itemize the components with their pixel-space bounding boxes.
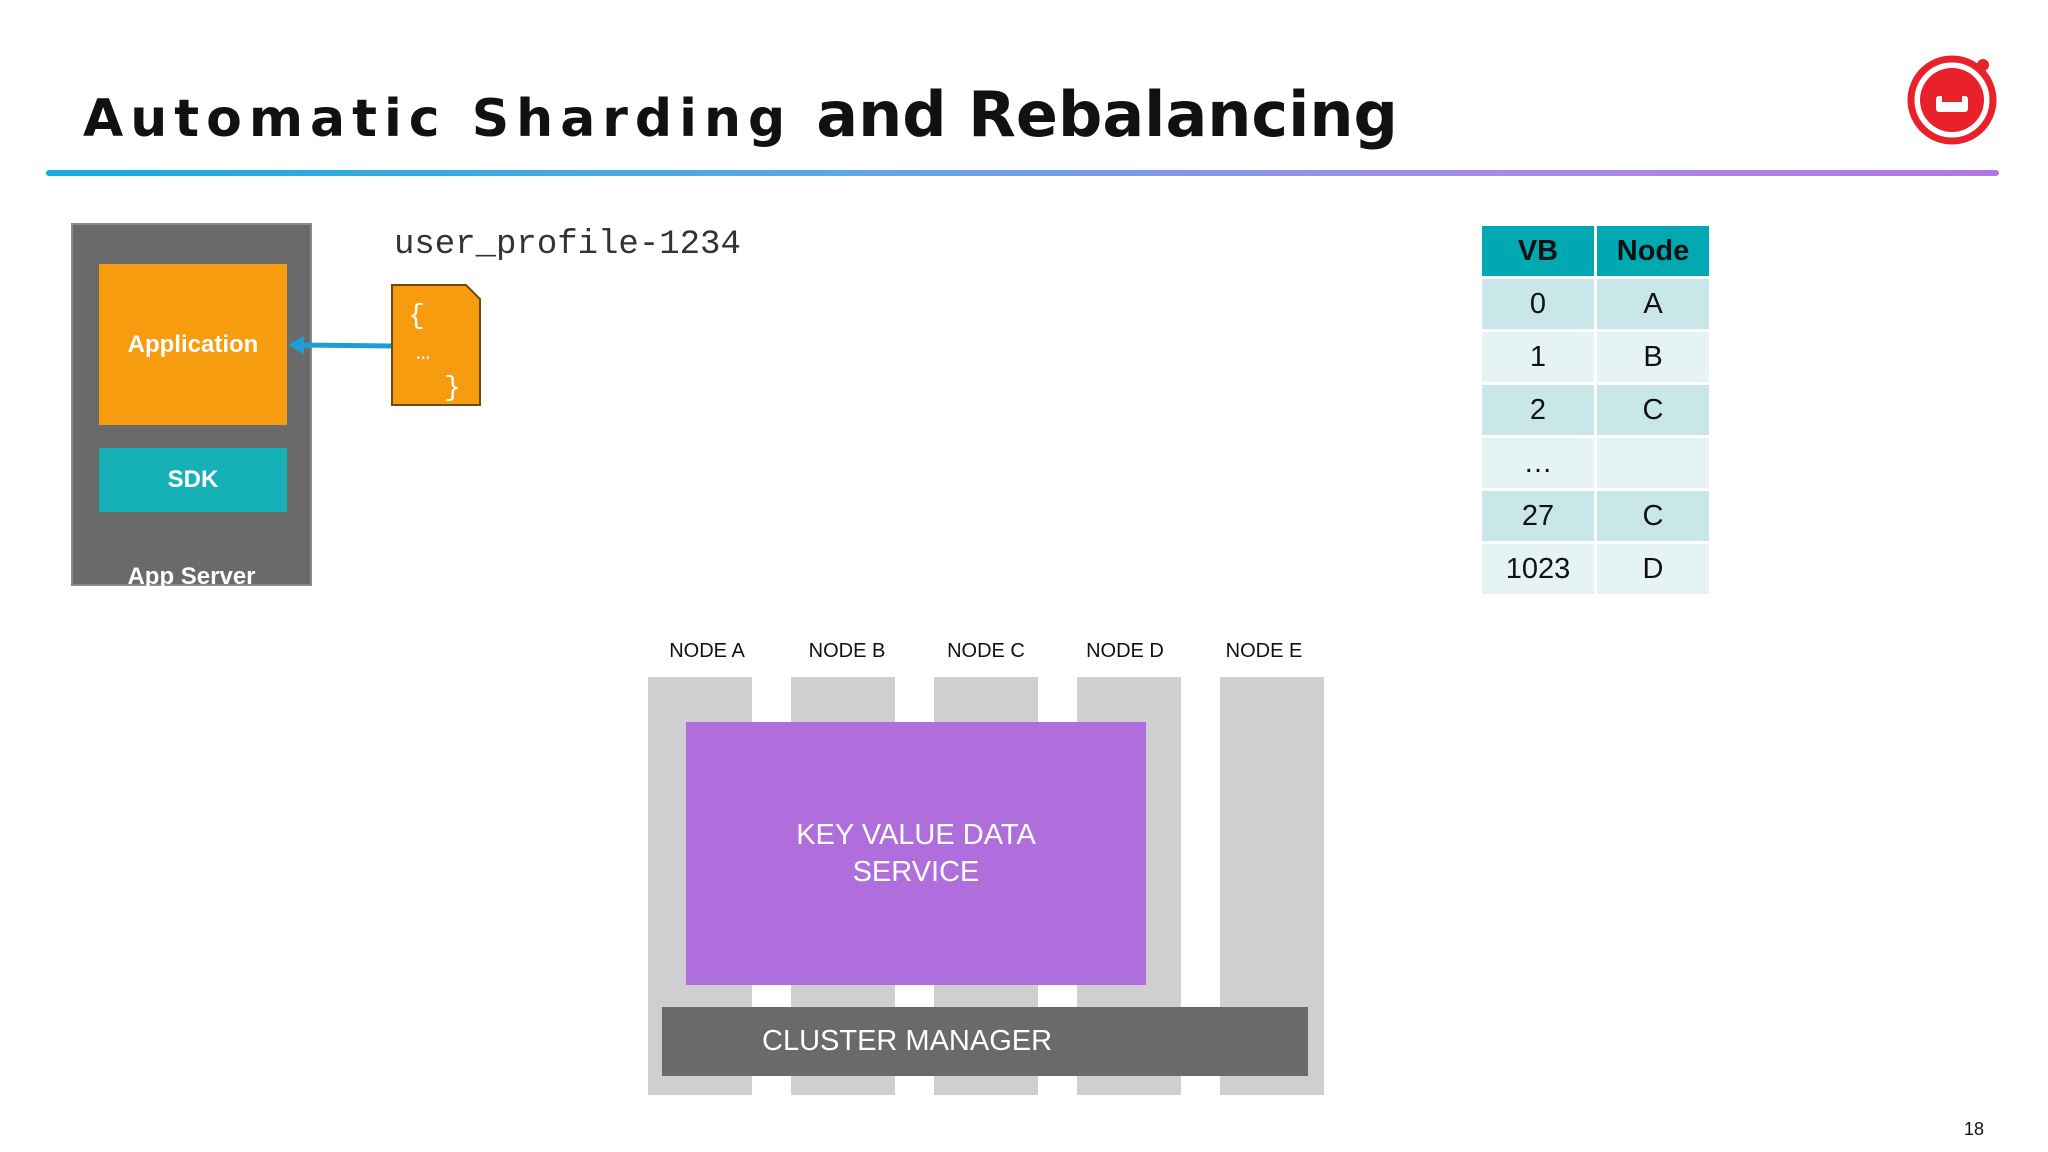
table-row: 27 C <box>1482 491 1709 541</box>
title-underline <box>46 170 1999 176</box>
kv-service-label: KEY VALUE DATA SERVICE <box>796 818 1036 888</box>
arrow-left-icon <box>288 336 393 354</box>
node-label-e: NODE E <box>1225 640 1303 662</box>
application-box: Application <box>99 264 287 425</box>
couchbase-logo-icon <box>1907 55 1997 145</box>
title-part-2: and Rebalancing <box>816 78 1398 151</box>
cluster-manager-label: CLUSTER MANAGER <box>762 1025 1053 1057</box>
node-cell: C <box>1597 491 1709 541</box>
table-row: 2 C <box>1482 385 1709 435</box>
vb-cell: 2 <box>1482 385 1594 435</box>
header-vb: VB <box>1482 226 1594 276</box>
vbucket-table: VB Node 0 A 1 B 2 C … 27 C 1023 D <box>1479 223 1712 597</box>
slide-title: Automatic Sharding and Rebalancing <box>83 78 1398 158</box>
app-server-label: App Server <box>127 563 256 586</box>
doc-close-brace: } <box>444 373 461 404</box>
key-value-data-service: KEY VALUE DATA SERVICE <box>686 722 1146 985</box>
vb-cell: 27 <box>1482 491 1594 541</box>
table-row: … <box>1482 438 1709 488</box>
document-key: user_profile-1234 <box>394 226 741 264</box>
vbucket-table-header: VB Node <box>1482 226 1709 276</box>
json-document-icon: { … } <box>391 284 481 406</box>
node-cell: B <box>1597 332 1709 382</box>
title-part-1: Automatic Sharding <box>83 89 793 149</box>
node-cell: C <box>1597 385 1709 435</box>
vb-cell: 1023 <box>1482 544 1594 594</box>
node-cell: A <box>1597 279 1709 329</box>
node-label-c: NODE C <box>947 640 1025 662</box>
table-row: 1023 D <box>1482 544 1709 594</box>
header-node: Node <box>1597 226 1709 276</box>
page-number: 18 <box>1964 1119 1985 1139</box>
node-label-b: NODE B <box>808 640 886 662</box>
application-label: Application <box>127 330 259 358</box>
doc-open-brace: { <box>408 301 425 332</box>
table-row: 0 A <box>1482 279 1709 329</box>
sdk-label: SDK <box>167 466 219 493</box>
vb-cell: 1 <box>1482 332 1594 382</box>
node-label-d: NODE D <box>1086 640 1164 662</box>
cluster-manager-bar: CLUSTER MANAGER <box>662 1007 1308 1076</box>
vb-cell: … <box>1482 438 1594 488</box>
node-cell: D <box>1597 544 1709 594</box>
sdk-box: SDK <box>99 448 287 512</box>
table-row: 1 B <box>1482 332 1709 382</box>
doc-ellipsis: … <box>416 340 430 367</box>
vb-cell: 0 <box>1482 279 1594 329</box>
node-cell <box>1597 438 1709 488</box>
node-label-a: NODE A <box>669 640 745 662</box>
